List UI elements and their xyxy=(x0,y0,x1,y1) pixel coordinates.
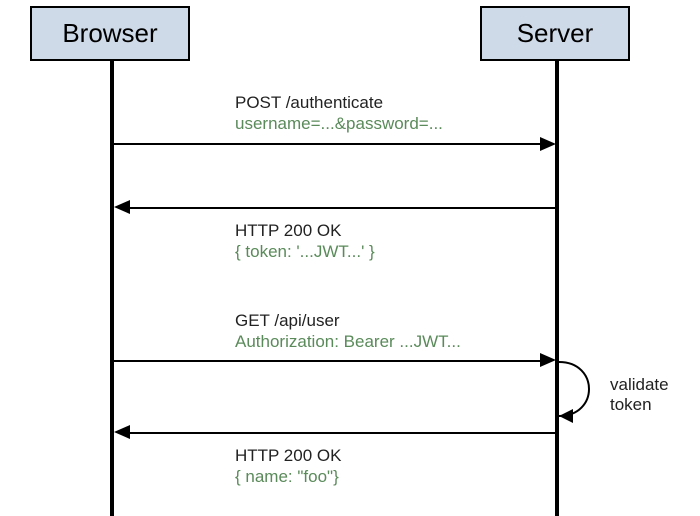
msg-token-response: HTTP 200 OK { token: '...JWT...' } xyxy=(235,220,375,263)
lifeline-server xyxy=(555,61,559,516)
msg-user-response-line1: HTTP 200 OK xyxy=(235,445,341,466)
msg-authenticate: POST /authenticate username=...&password… xyxy=(235,92,443,135)
msg-token-response-line2: { token: '...JWT...' } xyxy=(235,241,375,262)
arrow-authenticate-head xyxy=(540,137,556,151)
msg-authenticate-line2: username=...&password=... xyxy=(235,113,443,134)
sequence-diagram: Browser Server POST /authenticate userna… xyxy=(0,0,700,516)
participant-browser: Browser xyxy=(30,6,190,61)
arrow-user-response xyxy=(128,432,556,434)
note-validate-line1: validate xyxy=(610,375,669,395)
arrow-get-user xyxy=(114,360,542,362)
msg-authenticate-line1: POST /authenticate xyxy=(235,92,443,113)
arrow-authenticate xyxy=(114,143,542,145)
msg-user-response-line2: { name: "foo"} xyxy=(235,466,341,487)
msg-get-user-line2: Authorization: Bearer ...JWT... xyxy=(235,331,461,352)
lifeline-browser xyxy=(110,61,114,516)
msg-user-response: HTTP 200 OK { name: "foo"} xyxy=(235,445,341,488)
participant-server: Server xyxy=(480,6,630,61)
note-validate-token: validate token xyxy=(610,375,669,416)
participant-browser-label: Browser xyxy=(62,18,157,49)
arrow-token-response-head xyxy=(114,200,130,214)
note-validate-line2: token xyxy=(610,395,669,415)
participant-server-label: Server xyxy=(517,18,594,49)
msg-get-user: GET /api/user Authorization: Bearer ...J… xyxy=(235,310,461,353)
self-loop-validate xyxy=(555,358,615,428)
msg-get-user-line1: GET /api/user xyxy=(235,310,461,331)
arrow-user-response-head xyxy=(114,425,130,439)
msg-token-response-line1: HTTP 200 OK xyxy=(235,220,375,241)
arrow-get-user-head xyxy=(540,353,556,367)
arrow-token-response xyxy=(128,207,556,209)
